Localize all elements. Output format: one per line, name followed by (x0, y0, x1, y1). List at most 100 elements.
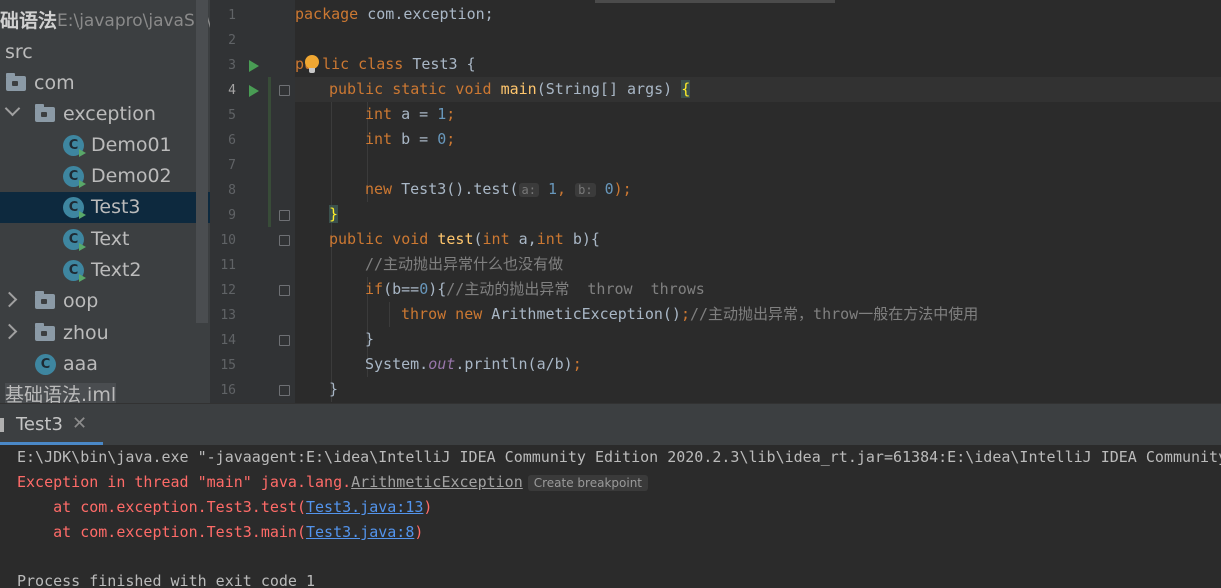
line-number: 1 (228, 8, 236, 23)
run-main-icon[interactable] (249, 85, 259, 97)
source-link[interactable]: Test3.java:13 (306, 498, 423, 516)
fold-marker-icon[interactable] (279, 385, 290, 396)
fold-marker-icon[interactable] (279, 85, 290, 96)
console-stacktrace-line: at com.exception.Test3.test(Test3.java:1… (17, 495, 432, 520)
code-text: ArithmeticException() (482, 305, 681, 323)
tab-label: Test3 (16, 414, 63, 435)
code-text: (String[] args) (536, 80, 682, 98)
tree-item-demo02[interactable]: C Demo02 (0, 161, 210, 192)
comment: //主动的抛出异常 throw throws (446, 280, 705, 298)
code-line-15[interactable]: System.out.println(a/b); (365, 352, 582, 377)
code-line-3[interactable]: pu lic class Test3 { (295, 52, 476, 77)
code-line-5[interactable]: int a = 1; (365, 102, 455, 127)
run-console[interactable]: E:\JDK\bin\java.exe "-javaagent:E:\idea\… (0, 445, 1221, 588)
semicolon: ; (446, 130, 456, 148)
code-text: a, (509, 230, 537, 248)
code-line-16[interactable]: } (329, 377, 338, 402)
line-number: 10 (220, 233, 236, 248)
keyword: int (482, 230, 510, 248)
tree-item-exception[interactable]: exception (0, 99, 210, 130)
code-editor[interactable]: package com.exception; pu lic class Test3… (295, 0, 1221, 403)
fold-marker-icon[interactable] (279, 210, 290, 221)
fold-marker-icon[interactable] (279, 335, 290, 346)
line-number: 7 (228, 158, 236, 173)
java-class-icon: C (35, 354, 56, 375)
code-line-6[interactable]: int b = 0; (365, 127, 455, 152)
code-line-13[interactable]: throw new ArithmeticException();//主动抛出异常… (401, 302, 978, 327)
line-number: 2 (228, 33, 236, 48)
scroll-highlight (595, 0, 835, 3)
keyword: if (365, 280, 384, 298)
tree-item-com[interactable]: com (0, 68, 210, 99)
code-line-10[interactable]: public void test(int a,int b){ (329, 227, 600, 252)
tree-item-iml[interactable]: 基础语法.iml (0, 380, 210, 403)
project-tree[interactable]: 础语法 E:\javapro\javaSE\ src com exception… (0, 0, 210, 403)
keyword: public static void (329, 80, 492, 98)
fold-marker-icon[interactable] (279, 285, 290, 296)
tree-item-text[interactable]: C Text (0, 224, 210, 255)
tree-item-oop[interactable]: oop (0, 286, 210, 317)
keyword: throw new (401, 305, 483, 323)
package-folder-icon (35, 323, 55, 341)
semicolon: ; (680, 305, 690, 323)
run-class-icon[interactable] (249, 60, 259, 72)
code-line-14[interactable]: } (365, 327, 374, 352)
number-literal: 1 (437, 105, 447, 123)
keyword: package (295, 5, 359, 23)
tree-item-src[interactable]: src (0, 37, 210, 68)
fold-marker-icon[interactable] (279, 235, 290, 246)
folder-icon (6, 73, 26, 91)
tree-item-label: exception (63, 103, 156, 125)
code-line-12[interactable]: if(b==0){//主动的抛出异常 throw throws (365, 277, 705, 302)
tree-item-aaa[interactable]: C aaa (0, 349, 210, 380)
line-number: 11 (220, 258, 236, 273)
tab-run-test3[interactable]: Test3 ✕ (0, 404, 103, 446)
exception-class-link[interactable]: ArithmeticException (351, 473, 523, 491)
code-line-9[interactable]: } (329, 202, 339, 227)
chevron-down-icon[interactable] (4, 100, 21, 117)
exception-prefix: Exception in thread "main" java.lang. (17, 473, 352, 491)
comma: , (557, 180, 567, 198)
run-tool-window-header: Test3 ✕ (0, 403, 1221, 446)
line-number: 14 (220, 333, 236, 348)
tree-item-label: Test3 (91, 196, 141, 218)
editor-gutter[interactable]: 1 2 3 4 5 6 7 8 9 10 11 12 13 14 15 16 (210, 0, 295, 403)
indent-guide (389, 302, 390, 327)
chevron-right-icon[interactable] (1, 291, 18, 308)
lightbulb-icon[interactable] (305, 55, 319, 73)
tree-item-label: Text (91, 228, 130, 250)
keyword: new (365, 180, 393, 198)
indent-guide (331, 102, 332, 402)
tree-item-label: zhou (63, 322, 109, 344)
code-line-8[interactable]: new Test3().test(a: 1, b: 0); (365, 177, 632, 202)
stacktrace-text: at com.exception.Test3.test( (17, 498, 306, 516)
line-number: 15 (220, 358, 236, 373)
code-line-1[interactable]: package com.exception; (295, 2, 494, 27)
stacktrace-text: at com.exception.Test3.main( (17, 523, 306, 541)
source-link[interactable]: Test3.java:8 (306, 523, 414, 541)
java-class-icon: C (63, 166, 86, 188)
comment: //主动抛出异常什么也没有做 (365, 255, 564, 273)
code-line-4[interactable]: public static void main(String[] args) { (329, 77, 691, 102)
tree-scrollbar[interactable] (196, 0, 208, 323)
console-stacktrace-line: at com.exception.Test3.main(Test3.java:8… (17, 520, 423, 545)
keyword: int (536, 230, 564, 248)
chevron-right-icon[interactable] (1, 323, 18, 340)
number-literal: 0 (419, 280, 429, 298)
tree-item-demo01[interactable]: C Demo01 (0, 130, 210, 161)
close-icon[interactable]: ✕ (72, 413, 87, 434)
create-breakpoint-button[interactable]: Create breakpoint (527, 475, 648, 491)
project-root[interactable]: 础语法 E:\javapro\javaSE\ (0, 6, 210, 37)
tree-item-zhou[interactable]: zhou (0, 318, 210, 349)
java-class-icon: C (63, 197, 86, 219)
tree-item-text2[interactable]: C Text2 (0, 255, 210, 286)
tree-item-test3[interactable]: C Test3 (0, 192, 210, 223)
parameter-hint: a: (518, 183, 539, 197)
parameter-hint: b: (575, 183, 596, 197)
tree-item-label: src (5, 41, 33, 63)
number-literal: 0 (437, 130, 447, 148)
tree-item-label: com (34, 72, 75, 94)
line-number: 9 (228, 208, 236, 223)
code-line-11[interactable]: //主动抛出异常什么也没有做 (365, 252, 563, 277)
keyword: int (365, 105, 393, 123)
